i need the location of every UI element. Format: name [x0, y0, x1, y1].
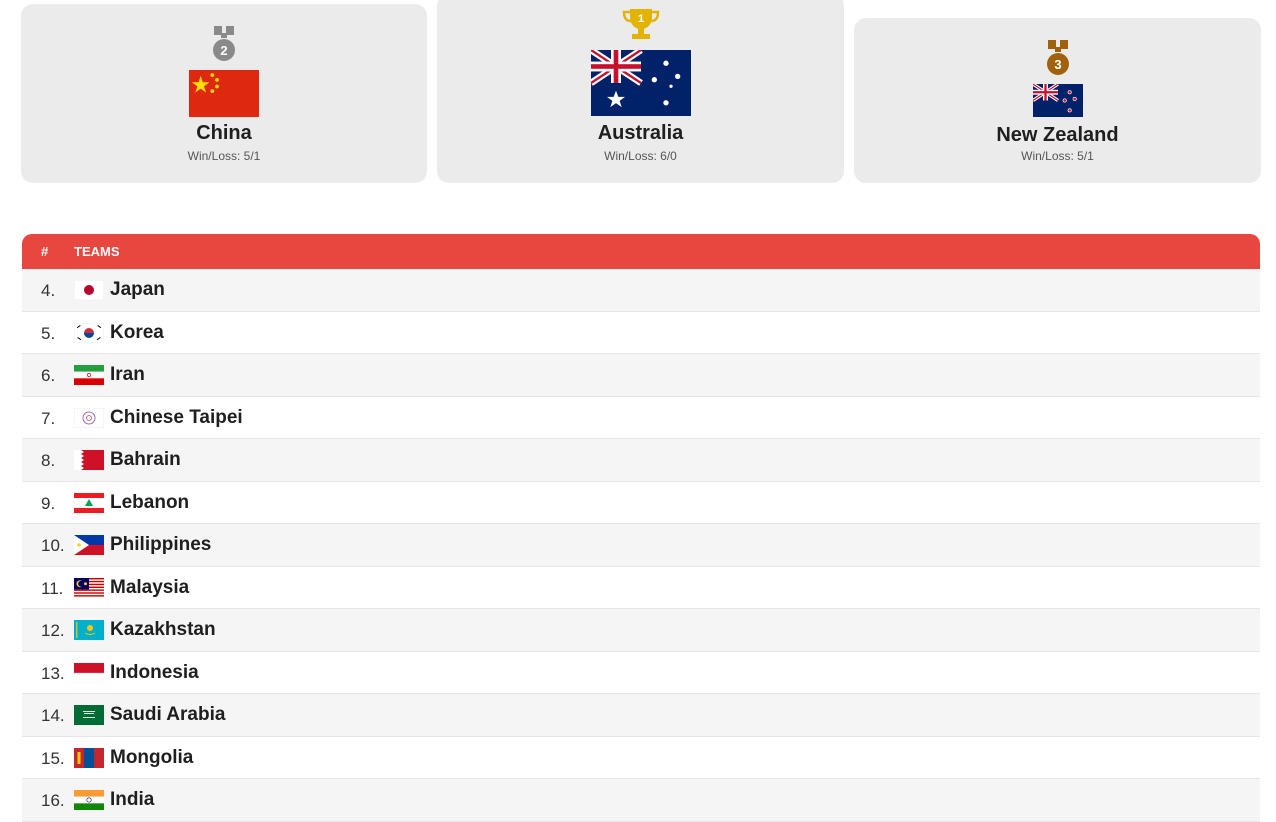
table-row[interactable]: 14. Saudi Arabia: [22, 694, 1260, 737]
rank: 5.: [41, 323, 56, 343]
record-value: 5/1: [243, 149, 261, 163]
record-label: Win/Loss:: [1021, 149, 1074, 163]
table-row[interactable]: 12. Kazakhstan: [22, 609, 1260, 652]
table-row[interactable]: 4. Japan: [22, 269, 1260, 312]
podium-record: Win/Loss: 5/1: [854, 149, 1261, 163]
record-label: Win/Loss:: [187, 149, 241, 163]
rank: 11.: [41, 578, 64, 598]
chinese-taipei-flag-icon: [74, 407, 104, 428]
bronze-medal-icon: 3: [1046, 40, 1069, 75]
podium-card-australia[interactable]: 1 Australia Win/Loss: 6/0: [437, 0, 844, 183]
team-name: Mongolia: [110, 746, 194, 768]
kazakhstan-flag-icon: [74, 620, 104, 640]
medal-place: 3: [1054, 57, 1061, 72]
rank: 7.: [41, 408, 56, 428]
podium-country: Australia: [597, 122, 684, 144]
team-name: Kazakhstan: [110, 619, 216, 640]
medal-place: 2: [220, 43, 227, 58]
podium-card-china[interactable]: 2 China Win/Loss: 5/1: [21, 4, 427, 183]
podium-country: China: [196, 122, 252, 144]
table-row[interactable]: 15. Mongolia: [22, 736, 1260, 779]
rank: 10.: [41, 536, 65, 555]
iran-flag-icon: [74, 365, 104, 385]
rank: 16.: [41, 791, 65, 810]
philippines-flag-icon: [74, 535, 104, 555]
podium-record: Win/Loss: 6/0: [437, 149, 844, 163]
rank: 8.: [41, 451, 56, 470]
podium-card-new-zealand[interactable]: 3 New Zealand Win/Loss: 5/1: [854, 18, 1261, 183]
team-name: Saudi Arabia: [110, 704, 226, 725]
australia-flag-icon: [590, 50, 691, 116]
podium: 2 China Win/Loss: 5/1 1 Australia Win/Lo…: [0, 0, 1276, 200]
rank: 15.: [41, 748, 65, 768]
team-name: Chinese Taipei: [110, 406, 243, 428]
india-flag-icon: [74, 790, 104, 810]
lebanon-flag-icon: [74, 492, 104, 513]
team-name: Iran: [110, 364, 145, 385]
table-row[interactable]: 8. Bahrain: [22, 439, 1260, 482]
malaysia-flag-icon: [74, 577, 104, 598]
table-row[interactable]: 11. Malaysia: [22, 566, 1260, 609]
table-row[interactable]: 6. Iran: [22, 354, 1260, 397]
bahrain-flag-icon: [74, 450, 104, 470]
new-zealand-flag-icon: [1032, 84, 1083, 117]
saudi-arabia-flag-icon: [74, 705, 104, 725]
table-row[interactable]: 5. Korea: [22, 311, 1260, 354]
record-value: 5/1: [1077, 149, 1094, 163]
standings-table: # TEAMS 4. Japan 5. Korea 6. Iran 7. Chi…: [22, 234, 1260, 822]
record-label: Win/Loss:: [604, 149, 657, 163]
rank: 6.: [41, 366, 56, 385]
record-value: 6/0: [660, 149, 677, 163]
team-name: Bahrain: [110, 449, 181, 470]
rank: 4.: [41, 281, 56, 300]
indonesia-flag-icon: [74, 662, 104, 683]
rank: 14.: [41, 706, 65, 725]
rank-column-header: #: [41, 244, 49, 259]
team-name: India: [110, 789, 155, 810]
table-header: # TEAMS: [22, 234, 1260, 269]
podium-country: New Zealand: [996, 124, 1119, 146]
rank: 9.: [41, 493, 56, 513]
team-name: Lebanon: [110, 491, 190, 513]
mongolia-flag-icon: [74, 747, 104, 768]
team-name: Korea: [110, 321, 164, 343]
team-name: Malaysia: [110, 576, 190, 598]
korea-flag-icon: [74, 322, 104, 343]
medal-place: 1: [637, 13, 643, 25]
teams-column-header: TEAMS: [74, 244, 120, 259]
team-name: Japan: [110, 279, 165, 300]
rank: 13.: [41, 663, 65, 683]
rank: 12.: [41, 621, 65, 640]
china-flag-icon: [189, 70, 259, 117]
table-row[interactable]: 10. Philippines: [22, 524, 1260, 567]
team-name: Philippines: [110, 534, 212, 555]
table-body: 4. Japan 5. Korea 6. Iran 7. Chinese Tai…: [22, 269, 1260, 822]
table-row[interactable]: 9. Lebanon: [22, 481, 1260, 524]
silver-medal-icon: 2: [213, 26, 235, 61]
podium-record: Win/Loss: 5/1: [21, 149, 427, 163]
trophy-icon: 1: [622, 9, 659, 39]
table-row[interactable]: 16. India: [22, 779, 1260, 822]
table-row[interactable]: 13. Indonesia: [22, 651, 1260, 694]
team-name: Indonesia: [110, 661, 199, 683]
table-row[interactable]: 7. Chinese Taipei: [22, 396, 1260, 439]
japan-flag-icon: [74, 280, 104, 300]
